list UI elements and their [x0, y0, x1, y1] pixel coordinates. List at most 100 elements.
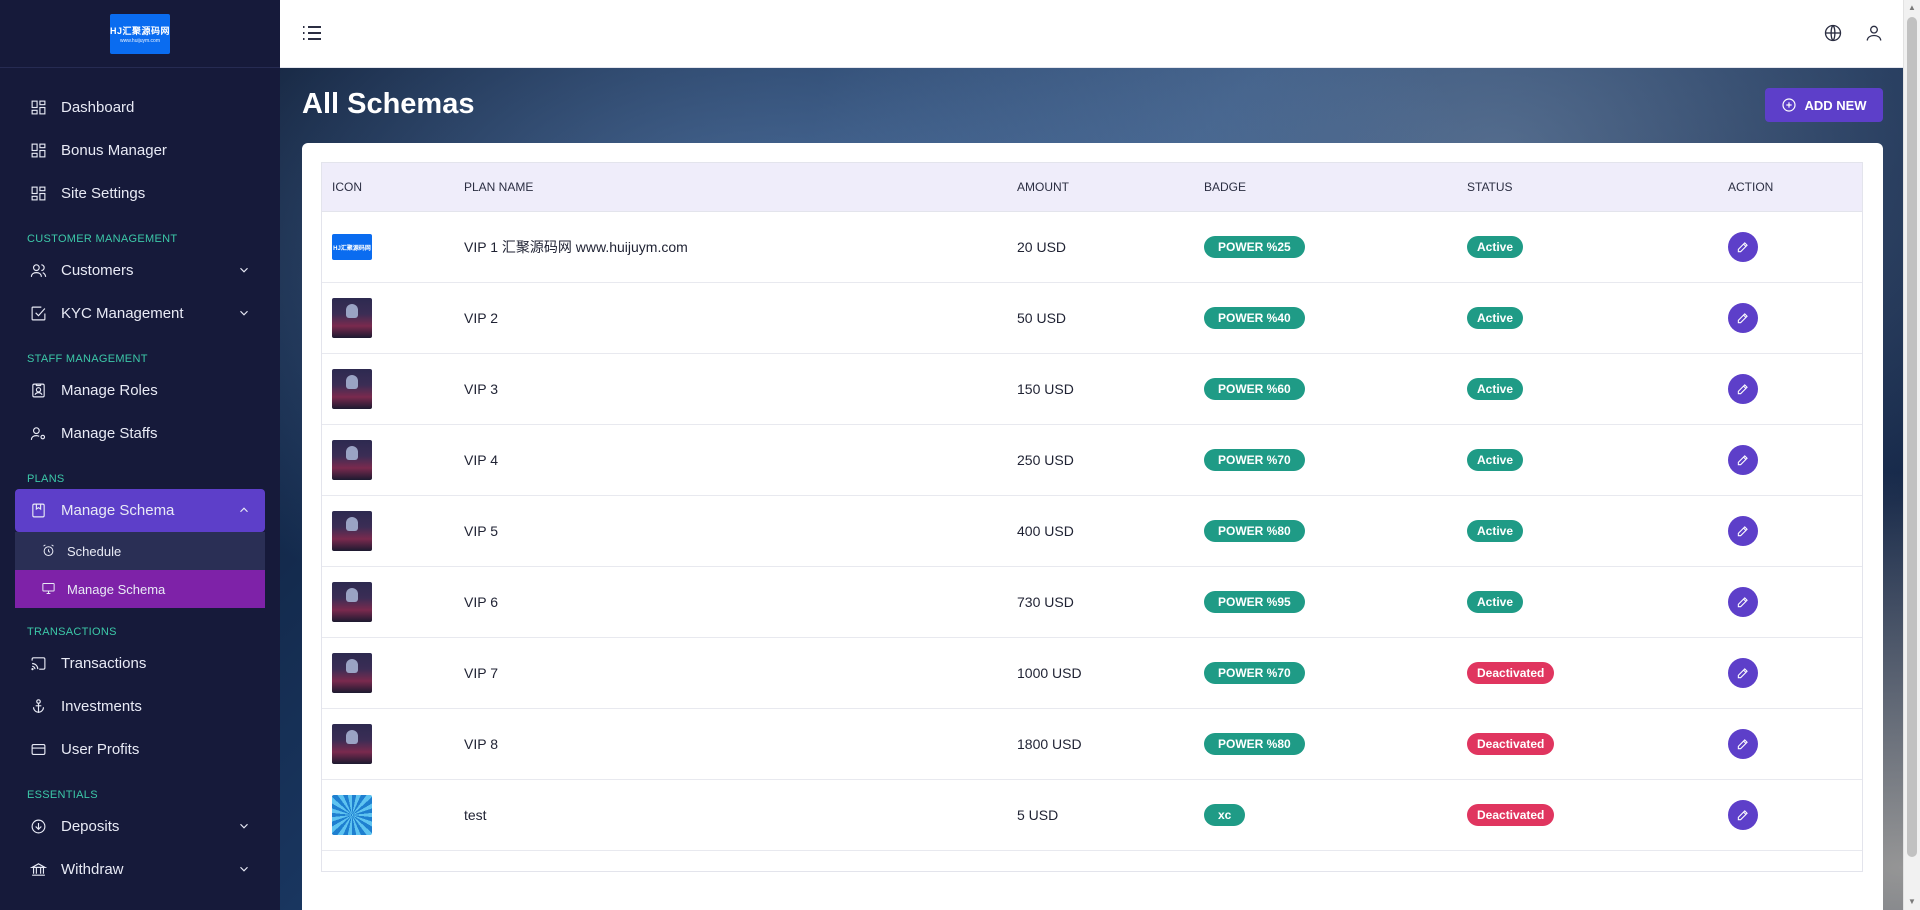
- cell-action: [1728, 709, 1758, 779]
- pencil-icon: [1737, 810, 1748, 821]
- header-amount: AMOUNT: [1017, 180, 1069, 194]
- edit-button[interactable]: [1728, 232, 1758, 262]
- cell-icon: [332, 425, 372, 495]
- scroll-thumb[interactable]: [1907, 17, 1917, 857]
- cell-amount: 50 USD: [1017, 310, 1067, 326]
- edit-button[interactable]: [1728, 516, 1758, 546]
- sidebar-item-deposits[interactable]: Deposits: [15, 805, 265, 848]
- power-badge: POWER %95: [1204, 591, 1305, 613]
- plus-circle-icon: [1781, 97, 1797, 113]
- edit-button[interactable]: [1728, 729, 1758, 759]
- pencil-icon: [1737, 739, 1748, 750]
- sidebar-item-withdraw[interactable]: Withdraw: [15, 848, 265, 891]
- section-label-staff-management: STAFF MANAGEMENT: [27, 353, 148, 365]
- section-label-customer-management: CUSTOMER MANAGEMENT: [27, 233, 178, 245]
- sidebar-subitem-label: Manage Schema: [67, 581, 166, 597]
- table-header: ICON PLAN NAME AMOUNT BADGE STATUS ACTIO…: [322, 163, 1862, 212]
- cell-action: [1728, 425, 1758, 495]
- cell-plan-name: VIP 5: [464, 523, 498, 539]
- power-badge: POWER %60: [1204, 378, 1305, 400]
- anchor-icon: [29, 698, 47, 716]
- cast-icon: [29, 655, 47, 673]
- plan-icon-image: [332, 724, 372, 764]
- edit-button[interactable]: [1728, 587, 1758, 617]
- status-badge: Active: [1467, 378, 1524, 400]
- cell-status: Active: [1467, 496, 1524, 566]
- pencil-icon: [1737, 313, 1748, 324]
- sidebar-item-customers[interactable]: Customers: [15, 249, 265, 292]
- cell-icon: [332, 283, 372, 353]
- power-badge: POWER %80: [1204, 520, 1305, 542]
- pencil-icon: [1737, 668, 1748, 679]
- bank-icon: [29, 861, 47, 879]
- cell-action: [1728, 283, 1758, 353]
- cell-badge: POWER %40: [1204, 283, 1305, 353]
- cell-status: Deactivated: [1467, 780, 1555, 850]
- sidebar-subitem-schedule[interactable]: Schedule: [15, 532, 265, 570]
- header-icon: ICON: [332, 180, 362, 194]
- edit-button[interactable]: [1728, 374, 1758, 404]
- sidebar-item-investments[interactable]: Investments: [15, 685, 265, 728]
- sidebar-item-manage-schema[interactable]: Manage Schema: [15, 489, 265, 532]
- bookmark-box-icon: [29, 502, 47, 520]
- sidebar-item-label: User Profits: [61, 741, 140, 758]
- cell-action: [1728, 496, 1758, 566]
- menu-list-icon[interactable]: [302, 24, 322, 42]
- grid-icon: [29, 142, 47, 160]
- cell-badge: POWER %95: [1204, 567, 1305, 637]
- status-badge: Active: [1467, 449, 1524, 471]
- cell-badge: POWER %25: [1204, 212, 1305, 282]
- cell-action: [1728, 567, 1758, 637]
- main-content: All Schemas ADD NEW ICON PLAN NAME AMOUN…: [280, 68, 1903, 910]
- sidebar-subitem-manage-schema[interactable]: Manage Schema: [15, 570, 265, 608]
- table-body: HJ汇聚源码网 VIP 1 汇聚源码网 www.huijuym.com 20 U…: [322, 212, 1862, 851]
- add-new-button[interactable]: ADD NEW: [1765, 88, 1883, 122]
- power-badge: POWER %70: [1204, 662, 1305, 684]
- section-label-transactions: TRANSACTIONS: [27, 626, 117, 638]
- table-row: VIP 8 1800 USD POWER %80 Deactivated: [322, 709, 1862, 780]
- sidebar-item-dashboard[interactable]: Dashboard: [15, 86, 265, 129]
- sidebar-item-manage-roles[interactable]: Manage Roles: [15, 369, 265, 412]
- globe-icon[interactable]: [1823, 23, 1843, 43]
- page-scrollbar[interactable]: ▲ ▼: [1903, 0, 1920, 910]
- submenu-manage-schema: Schedule Manage Schema: [15, 532, 265, 608]
- plan-icon-image: [332, 298, 372, 338]
- cell-icon: [332, 567, 372, 637]
- cell-status: Active: [1467, 283, 1524, 353]
- brand-logo[interactable]: HJ汇聚源码网 www.huijuym.com: [110, 13, 170, 54]
- user-icon[interactable]: [1864, 23, 1884, 43]
- plan-icon-image: [332, 511, 372, 551]
- plan-icon-image: [332, 369, 372, 409]
- schemas-table: ICON PLAN NAME AMOUNT BADGE STATUS ACTIO…: [321, 162, 1863, 872]
- header-badge: BADGE: [1204, 180, 1247, 194]
- edit-button[interactable]: [1728, 800, 1758, 830]
- sidebar-item-label: Site Settings: [61, 185, 146, 202]
- cell-plan-name: VIP 2: [464, 310, 498, 326]
- cell-badge: POWER %60: [1204, 354, 1305, 424]
- id-badge-icon: [29, 382, 47, 400]
- chevron-up-icon: [237, 503, 251, 517]
- sidebar-item-transactions[interactable]: Transactions: [15, 642, 265, 685]
- sidebar-item-site-settings[interactable]: Site Settings: [15, 172, 265, 215]
- sidebar-item-manage-staffs[interactable]: Manage Staffs: [15, 412, 265, 455]
- edit-button[interactable]: [1728, 658, 1758, 688]
- sidebar-item-bonus-manager[interactable]: Bonus Manager: [15, 129, 265, 172]
- add-new-label: ADD NEW: [1804, 97, 1867, 113]
- edit-button[interactable]: [1728, 303, 1758, 333]
- cell-plan-name: VIP 7: [464, 665, 498, 681]
- sidebar-item-kyc-management[interactable]: KYC Management: [15, 292, 265, 335]
- table-row: test 5 USD xc Deactivated: [322, 780, 1862, 851]
- user-cog-icon: [29, 425, 47, 443]
- cell-action: [1728, 780, 1758, 850]
- sidebar-item-user-profits[interactable]: User Profits: [15, 728, 265, 771]
- plan-icon-image: [332, 582, 372, 622]
- cell-badge: POWER %70: [1204, 638, 1305, 708]
- cell-status: Active: [1467, 567, 1524, 637]
- plan-icon-image: [332, 653, 372, 693]
- scroll-down-arrow[interactable]: ▼: [1907, 897, 1917, 907]
- edit-button[interactable]: [1728, 445, 1758, 475]
- cell-icon: HJ汇聚源码网: [332, 212, 372, 282]
- sidebar-subitem-label: Schedule: [67, 543, 122, 559]
- scroll-up-arrow[interactable]: ▲: [1907, 3, 1917, 13]
- cell-amount: 1000 USD: [1017, 665, 1082, 681]
